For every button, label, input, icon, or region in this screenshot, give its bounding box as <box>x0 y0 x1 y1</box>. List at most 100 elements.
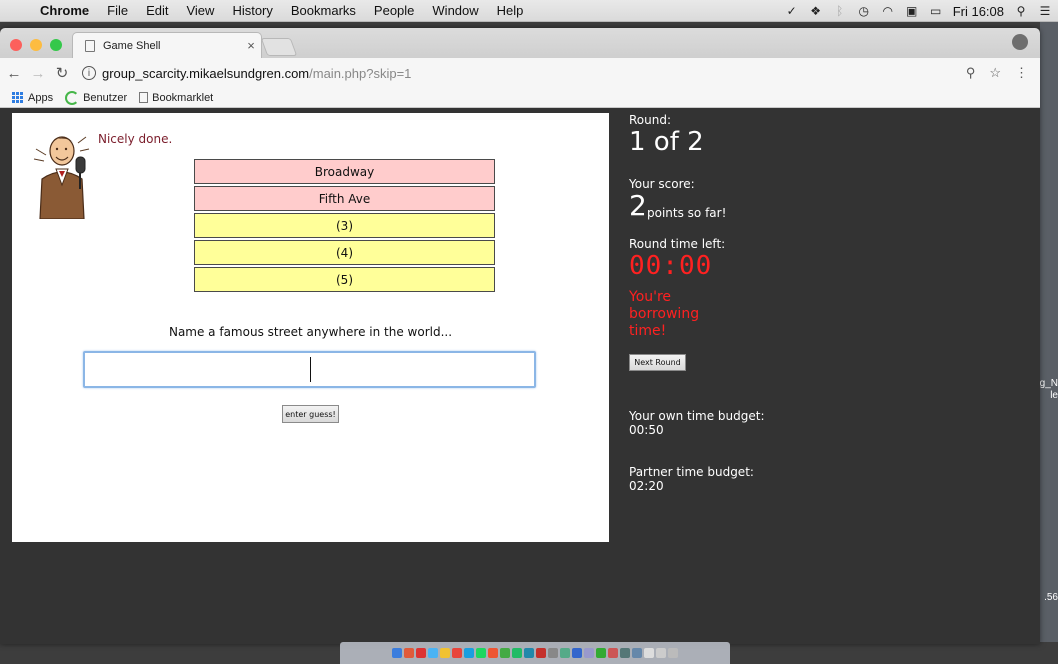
app-icon[interactable] <box>608 648 618 658</box>
round-value: 1 of 2 <box>629 127 704 157</box>
app-icon[interactable] <box>632 648 642 658</box>
keyboard-input-icon[interactable]: ▣ <box>905 4 919 18</box>
game-host-illustration <box>33 136 90 219</box>
site-info-icon[interactable]: i <box>82 66 96 80</box>
finder-icon[interactable] <box>392 648 402 658</box>
enter-guess-button[interactable]: enter guess! <box>282 405 339 423</box>
menu-history[interactable]: History <box>223 3 281 18</box>
app-icon[interactable] <box>620 648 630 658</box>
menu-view[interactable]: View <box>177 3 223 18</box>
tab-game-shell[interactable]: Game Shell × <box>72 32 262 58</box>
desktop-background: g_N le .56 <box>1040 22 1058 642</box>
game-panel: Nicely done. Broadway Fifth Ave (3) (4) … <box>12 113 609 542</box>
app-icon[interactable] <box>560 648 570 658</box>
bookmark-star-icon[interactable]: ☆ <box>989 65 1001 81</box>
macos-menubar: Chrome File Edit View History Bookmarks … <box>0 0 1058 22</box>
desktop-file-label[interactable]: g_N <box>1040 378 1058 389</box>
trash-icon[interactable] <box>668 648 678 658</box>
tab-title: Game Shell <box>103 39 161 52</box>
menu-file[interactable]: File <box>98 3 137 18</box>
text-cursor <box>310 357 311 382</box>
app-icon[interactable] <box>572 648 582 658</box>
own-budget-value: 00:50 <box>629 423 664 437</box>
dropbox-icon[interactable]: ❖ <box>809 4 823 18</box>
time-left-value: 00:00 <box>629 251 713 281</box>
answer-slot-open: (3) <box>194 213 495 238</box>
documents-icon[interactable] <box>656 648 666 658</box>
zoom-window-button[interactable] <box>50 39 62 51</box>
feedback-message: Nicely done. <box>98 132 173 146</box>
profile-avatar-icon[interactable] <box>1012 34 1028 50</box>
score-suffix: points so far! <box>647 206 727 220</box>
menubar-clock[interactable]: Fri 16:08 <box>953 4 1004 19</box>
forward-arrow-icon[interactable]: → <box>28 65 48 82</box>
battery-icon[interactable]: ▭ <box>929 4 943 18</box>
wifi-icon[interactable]: ◠ <box>881 4 895 18</box>
tab-strip: Game Shell × <box>0 28 1040 58</box>
question-prompt: Name a famous street anywhere in the wor… <box>168 325 453 339</box>
chrome-icon[interactable] <box>440 648 450 658</box>
bookmark-bookmarklet[interactable]: Bookmarklet <box>139 92 213 104</box>
new-tab-button[interactable] <box>260 38 298 56</box>
answer-slot-open: (4) <box>194 240 495 265</box>
answer-slot-found: Fifth Ave <box>194 186 495 211</box>
app-icon[interactable] <box>500 648 510 658</box>
chrome-window: Game Shell × ← → ↻ i group_scarcity.mika… <box>0 28 1040 644</box>
app-icon[interactable] <box>488 648 498 658</box>
calendar-icon[interactable] <box>404 648 414 658</box>
app-icon[interactable] <box>584 648 594 658</box>
excel-icon[interactable] <box>512 648 522 658</box>
app-icon[interactable] <box>416 648 426 658</box>
close-tab-icon[interactable]: × <box>241 38 261 53</box>
menubar-tray: ✓ ❖ ᛒ ◷ ◠ ▣ ▭ Fri 16:08 ⚲ ☰ <box>785 0 1052 22</box>
word-icon[interactable] <box>524 648 534 658</box>
powerpoint-icon[interactable] <box>536 648 546 658</box>
menu-bookmarks[interactable]: Bookmarks <box>282 3 365 18</box>
app-icon[interactable] <box>548 648 558 658</box>
own-budget-label: Your own time budget: <box>629 409 765 423</box>
bookmarks-bar: Apps Benutzer Bookmarklet <box>0 88 1040 108</box>
safari-icon[interactable] <box>428 648 438 658</box>
bookmark-apps[interactable]: Apps <box>12 91 54 104</box>
bookmark-label: Benutzer <box>83 91 128 104</box>
help-icon[interactable] <box>644 648 654 658</box>
app-icon[interactable] <box>452 648 462 658</box>
score-value: 2 <box>629 189 647 222</box>
menu-window[interactable]: Window <box>423 3 487 18</box>
answer-slot-found: Broadway <box>194 159 495 184</box>
page-icon <box>85 39 95 52</box>
menu-edit[interactable]: Edit <box>137 3 177 18</box>
notification-center-icon[interactable]: ☰ <box>1038 4 1052 18</box>
bookmark-label: Apps <box>28 91 54 104</box>
answer-list: Broadway Fifth Ave (3) (4) (5) <box>194 159 495 294</box>
window-controls <box>10 39 62 51</box>
time-machine-icon[interactable]: ◷ <box>857 4 871 18</box>
partner-budget-value: 02:20 <box>629 479 664 493</box>
browser-toolbar: ← → ↻ i group_scarcity.mikaelsundgren.co… <box>0 58 1040 88</box>
chrome-menu-icon[interactable]: ⋮ <box>1015 65 1028 81</box>
bookmark-benutzer[interactable]: Benutzer <box>65 90 128 105</box>
back-arrow-icon[interactable]: ← <box>4 65 24 82</box>
desktop-file-label[interactable]: .56 <box>1044 592 1058 603</box>
menu-help[interactable]: Help <box>488 3 533 18</box>
app-icon[interactable] <box>596 648 606 658</box>
menu-people[interactable]: People <box>365 3 423 18</box>
macos-dock <box>340 642 730 664</box>
zoom-magnifier-icon[interactable]: ⚲ <box>966 65 976 81</box>
toolbar-actions: ⚲ ☆ ⋮ <box>966 65 1028 81</box>
next-round-button[interactable]: Next Round <box>629 354 686 371</box>
bluetooth-icon[interactable]: ᛒ <box>833 4 847 18</box>
menu-app-chrome[interactable]: Chrome <box>34 3 98 18</box>
answer-slot-open: (5) <box>194 267 495 292</box>
skype-icon[interactable] <box>464 648 474 658</box>
spotlight-search-icon[interactable]: ⚲ <box>1014 4 1028 18</box>
spotify-icon[interactable] <box>476 648 486 658</box>
desktop-file-label[interactable]: le <box>1050 390 1058 401</box>
reload-icon[interactable]: ↻ <box>52 64 72 82</box>
close-window-button[interactable] <box>10 39 22 51</box>
round-label: Round: <box>629 113 672 127</box>
checkmark-circle-icon[interactable]: ✓ <box>785 4 799 18</box>
minimize-window-button[interactable] <box>30 39 42 51</box>
address-bar[interactable]: i group_scarcity.mikaelsundgren.com/main… <box>82 61 966 85</box>
url-path: /main.php?skip=1 <box>309 65 412 81</box>
